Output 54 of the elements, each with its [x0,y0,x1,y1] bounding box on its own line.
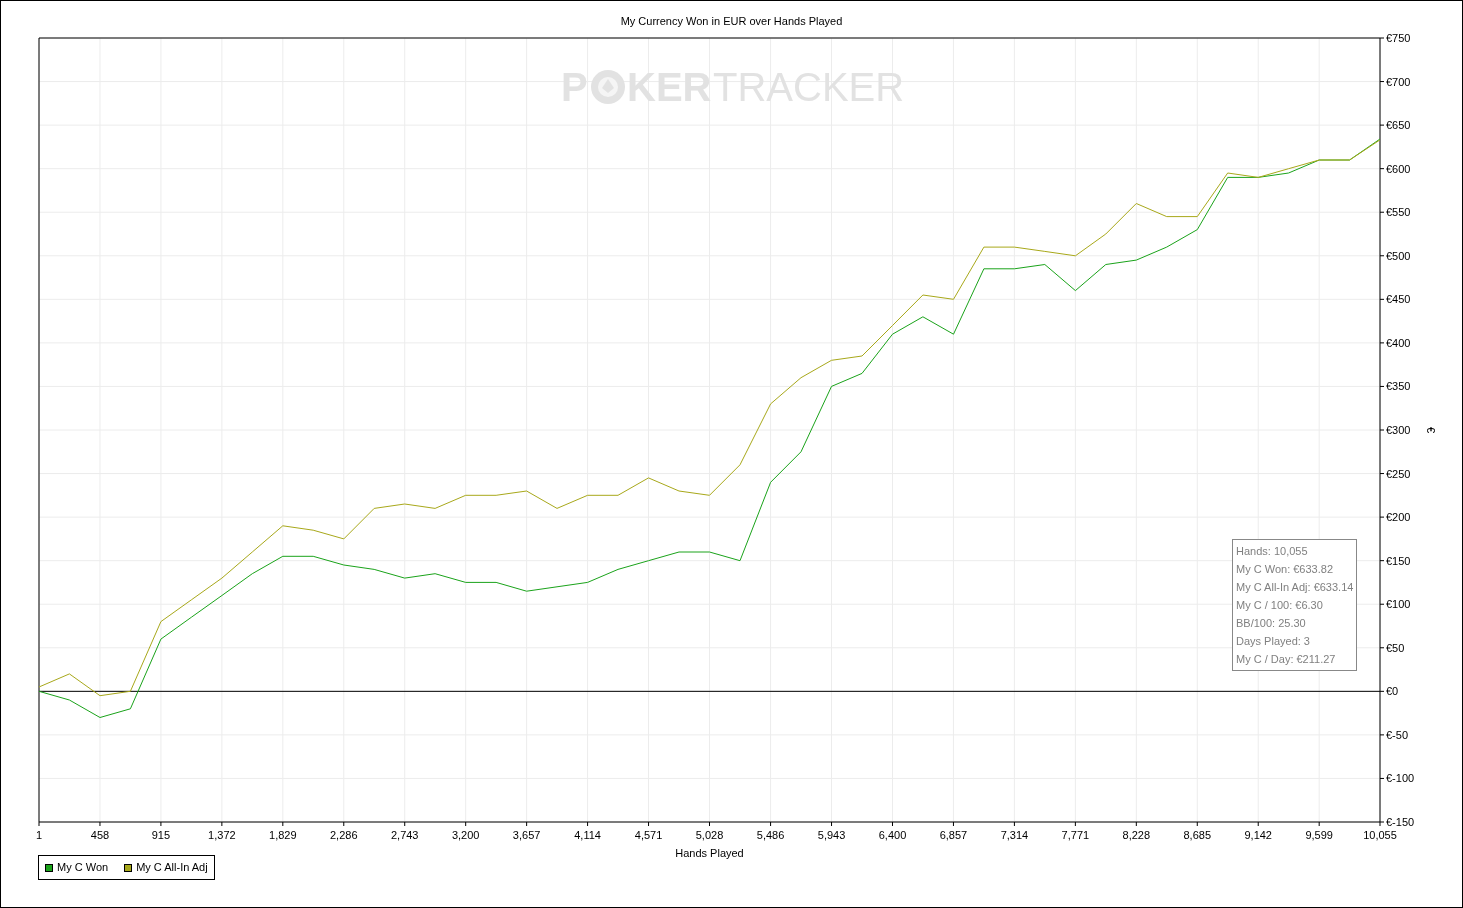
y-tick-label: €500 [1386,249,1411,262]
x-tick-label: 8,685 [1183,829,1212,841]
x-tick-label: 5,028 [695,829,724,841]
legend-label: My C Won [57,860,109,876]
y-tick-label: €50 [1386,641,1405,654]
x-tick-label: 1,829 [269,829,297,841]
y-axis-title: € [1425,426,1437,434]
y-tick-label: €250 [1386,467,1411,480]
x-tick-label: 3,657 [512,829,541,841]
y-tick-label: €150 [1386,554,1411,567]
y-tick-label: €300 [1386,424,1411,436]
y-tick-label: €100 [1386,598,1411,611]
x-tick-label: 6,857 [939,829,968,841]
x-tick-label: 4,114 [574,829,601,841]
y-tick-label: €200 [1386,511,1411,524]
stat-text: My C All-In Adj: €633.14 [1236,580,1354,595]
x-tick-label: 2,286 [330,829,358,841]
x-tick-label: 1,372 [208,829,236,841]
x-tick-label: 10,055 [1363,829,1397,841]
x-tick-label: 458 [90,829,110,841]
stat-text: My C / 100: €6.30 [1236,598,1324,613]
x-tick-label: 2,743 [390,829,419,841]
y-tick-label: €750 [1386,32,1411,44]
x-axis-title: Hands Played [675,847,744,859]
y-tick-label: €400 [1386,336,1411,349]
stat-text: Days Played: 3 [1236,634,1311,649]
legend-label: My C All-In Adj [136,860,208,876]
x-tick-label: 8,228 [1122,829,1151,841]
y-tick-label: €0 [1386,685,1399,698]
x-tick-label: 915 [151,829,171,841]
x-tick-label: 5,943 [817,829,846,841]
y-tick-label: €650 [1386,119,1411,132]
y-tick-label: €-150 [1386,816,1415,828]
y-tick-label: €-100 [1386,772,1415,785]
x-tick-label: 3,200 [451,829,480,841]
chart-title: My Currency Won in EUR over Hands Played [620,14,843,30]
x-tick-label: 5,486 [756,829,785,841]
y-tick-label: €700 [1386,75,1411,88]
x-tick-label: 7,771 [1061,829,1090,841]
x-tick-label: 4,571 [634,829,663,841]
y-tick-label: €450 [1386,293,1411,306]
stat-text: BB/100: 25.30 [1236,616,1307,631]
stat-text: Hands: 10,055 [1236,544,1309,559]
stat-text: My C / Day: €211.27 [1236,652,1337,667]
x-tick-label: 6,400 [878,829,907,841]
x-tick-label: 7,314 [1000,829,1029,841]
y-tick-label: €550 [1386,206,1411,219]
y-tick-label: €600 [1386,162,1411,175]
y-tick-label: €-50 [1386,728,1409,741]
x-tick-label: 9,599 [1305,829,1333,841]
x-tick-label: 9,142 [1244,829,1272,841]
y-tick-label: €350 [1386,380,1411,393]
x-tick-label: 1 [35,829,43,841]
stat-text: My C Won: €633.82 [1236,562,1334,577]
